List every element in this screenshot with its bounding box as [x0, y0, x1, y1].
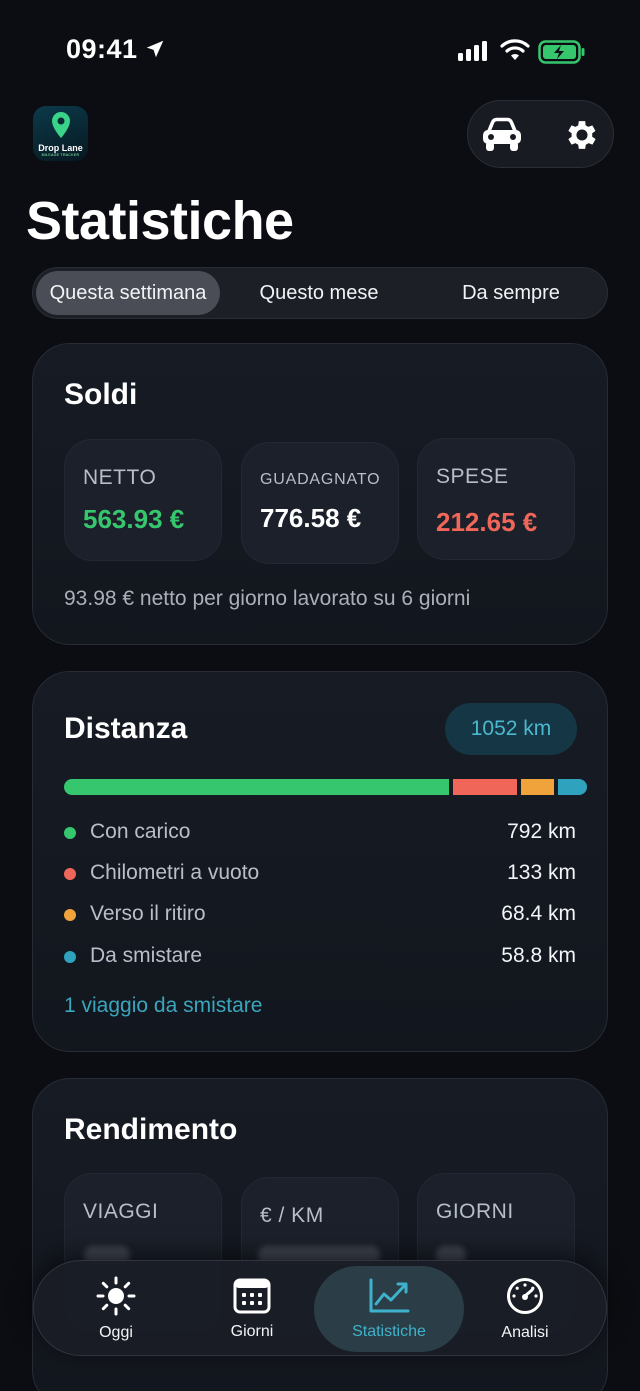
legend-label: Da smistare [90, 944, 203, 967]
money-card-title: Soldi [64, 378, 138, 411]
status-bar: 09:41 [0, 0, 640, 100]
net-value: 563.93 € [83, 504, 185, 534]
expenses-label: SPESE [436, 465, 509, 488]
nav-label: Giorni [230, 1323, 274, 1340]
bar-segment-loaded [64, 779, 449, 795]
distance-card-title: Distanza [64, 712, 188, 745]
total-distance-badge: 1052 km [445, 703, 577, 755]
sun-icon [96, 1276, 136, 1316]
bar-segment-empty [452, 779, 518, 795]
earned-label: GUADAGNATO [260, 471, 381, 488]
legend-dot [64, 909, 76, 921]
nav-tab-analysis[interactable]: Analisi [464, 1266, 586, 1352]
logo-text: Drop Lane [38, 143, 83, 153]
logo-subtext: MILEAGE TRACKER [41, 153, 80, 157]
tab-this-week[interactable]: Questa settimana [36, 271, 220, 315]
legend-label: Con carico [90, 820, 191, 843]
tab-this-month[interactable]: Questo mese [223, 271, 415, 315]
days-label: GIORNI [436, 1200, 514, 1223]
net-label: NETTO [83, 466, 157, 489]
legend-value: 68.4 km [501, 902, 576, 925]
tab-all-time[interactable]: Da sempre [415, 271, 607, 315]
net-stat: NETTO 563.93 € [64, 439, 222, 561]
legend-row-unsorted: Da smistare 58.8 km [64, 942, 576, 972]
page-title: Statistiche [26, 191, 294, 251]
trips-label: VIAGGI [83, 1200, 159, 1223]
cellular-signal-icon [458, 41, 490, 66]
app-logo: Drop Lane MILEAGE TRACKER [33, 106, 88, 161]
legend-dot [64, 827, 76, 839]
status-time: 09:41 [66, 34, 138, 64]
header-actions [467, 100, 614, 168]
nav-label: Analisi [501, 1324, 549, 1341]
per-km-label: € / KM [260, 1204, 324, 1227]
expenses-value: 212.65 € [436, 507, 538, 537]
legend-value: 58.8 km [501, 944, 576, 967]
nav-label: Statistiche [352, 1323, 426, 1340]
car-icon [483, 117, 521, 151]
wifi-icon [500, 38, 530, 67]
location-arrow-icon [144, 38, 166, 65]
speedometer-icon [507, 1278, 543, 1314]
legend-row-to-pickup: Verso il ritiro 68.4 km [64, 900, 576, 930]
legend-value: 792 km [507, 820, 576, 843]
legend-dot [64, 868, 76, 880]
calendar-icon [233, 1278, 271, 1314]
money-card: Soldi NETTO 563.93 € GUADAGNATO 776.58 €… [32, 343, 608, 645]
legend-label: Verso il ritiro [90, 902, 206, 925]
earned-value: 776.58 € [260, 503, 362, 533]
legend-label: Chilometri a vuoto [90, 861, 260, 884]
distance-card: Distanza 1052 km Con carico 792 km Chilo… [32, 671, 608, 1052]
period-selector: Questa settimana Questo mese Da sempre [32, 267, 608, 319]
nav-tab-days[interactable]: Giorni [192, 1266, 312, 1352]
legend-row-empty: Chilometri a vuoto 133 km [64, 859, 576, 889]
nav-tab-statistics[interactable]: Statistiche [314, 1266, 464, 1352]
legend-dot [64, 951, 76, 963]
nav-label: Oggi [99, 1324, 133, 1341]
distance-breakdown-bar [64, 779, 587, 795]
earned-stat: GUADAGNATO 776.58 € [241, 442, 399, 564]
legend-value: 133 km [507, 861, 576, 884]
chart-line-icon [369, 1278, 410, 1313]
expenses-stat: SPESE 212.65 € [417, 438, 575, 560]
legend-row-loaded: Con carico 792 km [64, 818, 576, 848]
unsorted-trips-link[interactable]: 1 viaggio da smistare [64, 994, 262, 1018]
performance-card-title: Rendimento [64, 1113, 238, 1146]
settings-button[interactable] [560, 113, 604, 157]
bar-segment-to-pickup [521, 779, 555, 795]
bottom-tab-bar: Oggi Giorni Statistiche Analisi [33, 1260, 607, 1356]
gear-icon [568, 121, 596, 149]
bar-segment-unsorted [558, 779, 587, 795]
nav-tab-today[interactable]: Oggi [56, 1266, 176, 1352]
net-per-day-note: 93.98 € netto per giorno lavorato su 6 g… [64, 587, 471, 610]
battery-charging-icon [538, 39, 586, 70]
vehicle-button[interactable] [480, 113, 524, 157]
